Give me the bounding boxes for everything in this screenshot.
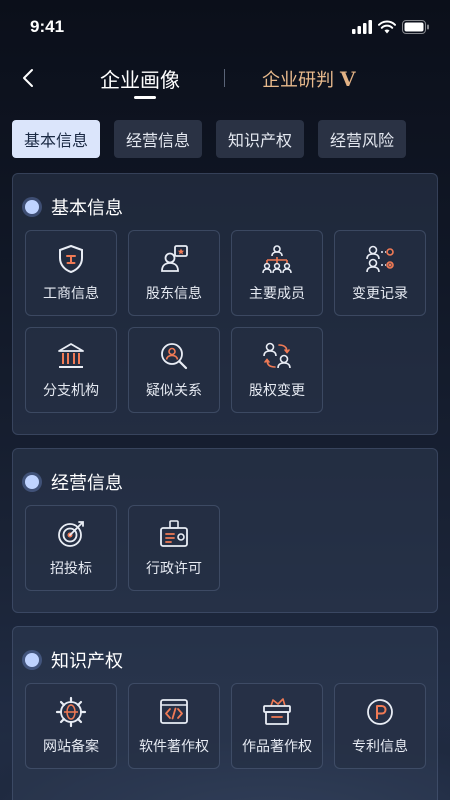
section-grid: 工商信息 股东信息 主要成员 变更记录 分支机构 疑似关系 股权变更 — [13, 230, 437, 413]
section-basic-info: 基本信息 工商信息 股东信息 主要成员 变更记录 分支机构 疑似关系 股权变更 — [12, 173, 438, 435]
tile-label: 行政许可 — [146, 561, 202, 577]
equity-exchange-icon — [263, 342, 291, 369]
tile-label: 工商信息 — [43, 286, 99, 302]
tile-equity-changes[interactable]: 股权变更 — [231, 327, 323, 413]
nav-divider — [224, 69, 225, 87]
section-dot — [25, 653, 39, 667]
tile-label: 作品著作权 — [242, 739, 312, 755]
tab-enterprise-profile[interactable]: 企业画像 — [100, 64, 180, 93]
section-grid: 招投标 行政许可 — [13, 505, 437, 591]
tile-change-records[interactable]: 变更记录 — [334, 230, 426, 316]
tile-label: 疑似关系 — [146, 383, 202, 399]
tile-software-copyright[interactable]: 软件著作权 — [128, 683, 220, 769]
nav-bar: 企业画像 企业研判 V — [0, 58, 450, 102]
change-record-icon — [366, 245, 394, 273]
section-title: 知识产权 — [51, 651, 123, 672]
shield-icon — [59, 244, 83, 274]
section-header: 知识产权 — [25, 645, 437, 675]
patent-icon — [367, 699, 393, 725]
artwork-box-icon — [263, 698, 291, 725]
tile-label: 招投标 — [50, 561, 92, 577]
signal-icon — [352, 20, 372, 34]
status-time: 9:41 — [30, 17, 65, 36]
tile-branches[interactable]: 分支机构 — [25, 327, 117, 413]
vip-badge: V — [340, 67, 356, 91]
tile-label: 专利信息 — [352, 739, 408, 755]
tile-works-copyright[interactable]: 作品著作权 — [231, 683, 323, 769]
section-business-info: 经营信息 招投标 行政许可 — [12, 448, 438, 613]
section-dot — [25, 200, 39, 214]
category-chips: 基本信息 经营信息 知识产权 经营风险 — [12, 120, 407, 158]
section-title: 基本信息 — [51, 198, 123, 219]
back-button[interactable] — [16, 66, 40, 90]
shareholder-icon — [161, 245, 188, 272]
bank-building-icon — [58, 343, 84, 368]
active-tab-indicator — [134, 96, 156, 99]
search-person-icon — [161, 343, 188, 370]
section-header: 经营信息 — [25, 467, 437, 497]
section-dot — [25, 475, 39, 489]
chip-business-risk[interactable]: 经营风险 — [318, 120, 407, 158]
tile-suspected-relations[interactable]: 疑似关系 — [128, 327, 220, 413]
battery-icon — [402, 20, 429, 34]
tile-label: 软件著作权 — [139, 739, 209, 755]
section-title: 经营信息 — [51, 473, 123, 494]
org-chart-icon — [262, 245, 292, 274]
tile-website-registration[interactable]: 网站备案 — [25, 683, 117, 769]
chevron-left-icon — [23, 69, 33, 87]
status-bar: 9:41 — [0, 0, 450, 54]
tab-enterprise-analysis-label: 企业研判 — [262, 70, 334, 91]
code-window-icon — [160, 699, 188, 724]
section-header: 基本信息 — [25, 192, 437, 222]
tile-label: 主要成员 — [249, 286, 305, 302]
globe-gear-icon — [55, 696, 87, 728]
chip-business-info[interactable]: 经营信息 — [114, 120, 203, 158]
tile-label: 网站备案 — [43, 739, 99, 755]
chip-ip[interactable]: 知识产权 — [216, 120, 305, 158]
tile-label: 分支机构 — [43, 383, 99, 399]
tab-enterprise-analysis[interactable]: 企业研判 V — [262, 66, 356, 92]
wifi-icon — [378, 20, 396, 34]
tile-key-members[interactable]: 主要成员 — [231, 230, 323, 316]
tile-patents[interactable]: 专利信息 — [334, 683, 426, 769]
chip-basic-info[interactable]: 基本信息 — [12, 120, 101, 158]
tile-label: 变更记录 — [352, 286, 408, 302]
tile-label: 股东信息 — [146, 286, 202, 302]
license-badge-icon — [160, 520, 188, 547]
section-grid: 网站备案 软件著作权 作品著作权 专利信息 — [13, 683, 437, 769]
tile-bidding[interactable]: 招投标 — [25, 505, 117, 591]
tile-label: 股权变更 — [249, 383, 305, 399]
target-icon — [58, 521, 84, 547]
tile-shareholders[interactable]: 股东信息 — [128, 230, 220, 316]
status-icons — [352, 20, 430, 34]
section-ip: 知识产权 网站备案 软件著作权 作品著作权 专利信息 — [12, 626, 438, 800]
tile-business-registration[interactable]: 工商信息 — [25, 230, 117, 316]
tile-admin-license[interactable]: 行政许可 — [128, 505, 220, 591]
